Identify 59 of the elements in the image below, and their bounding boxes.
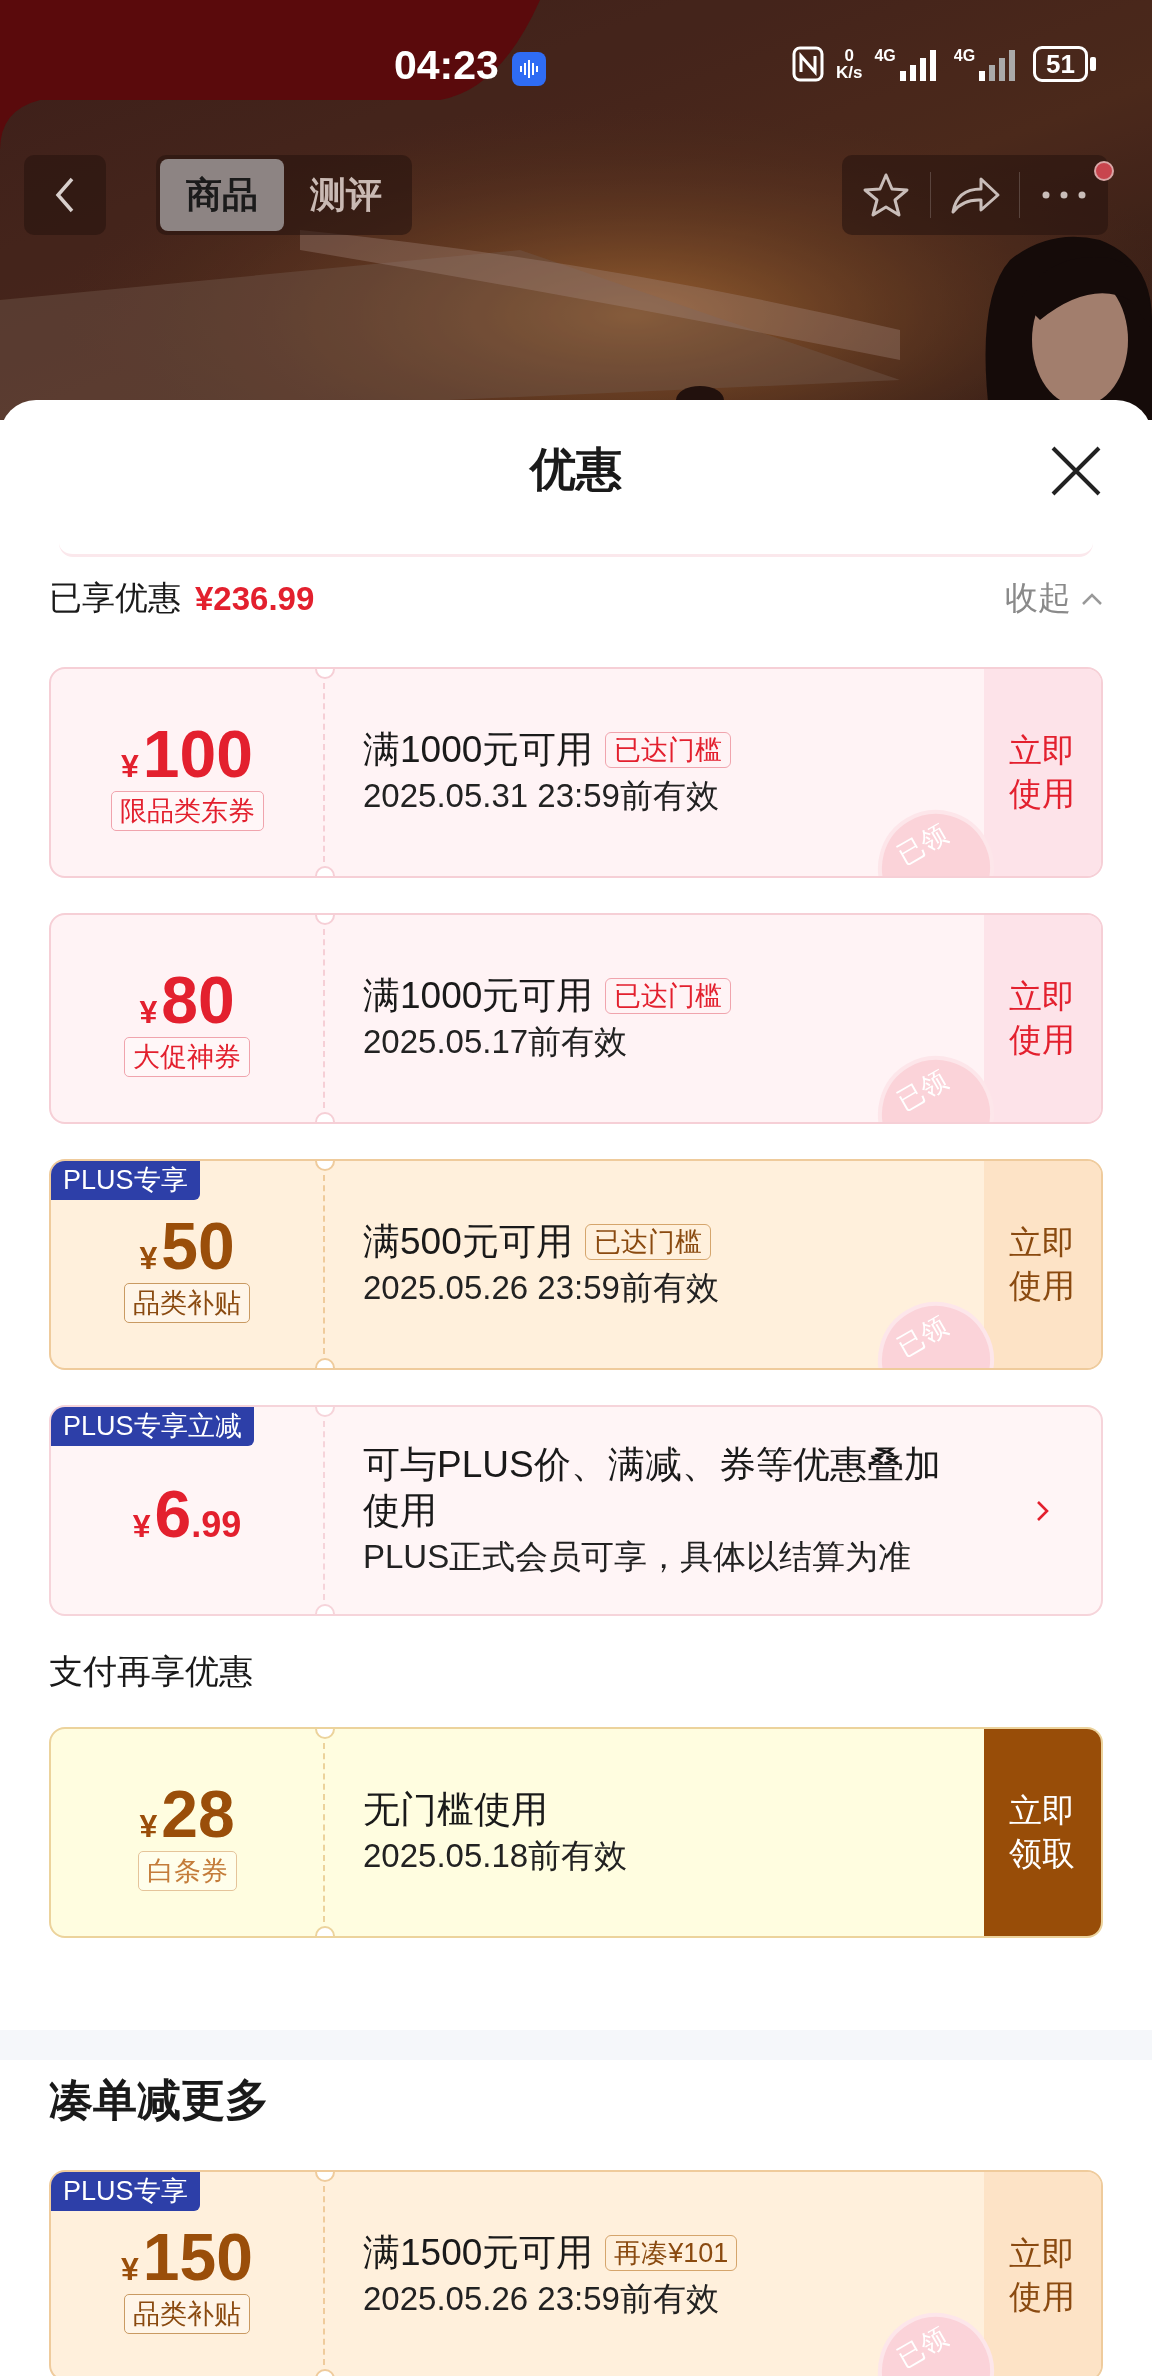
threshold-tag: 再凑¥101 <box>605 2234 738 2272</box>
threshold-tag: 已达门槛 <box>584 1223 711 1261</box>
plus-badge: PLUS专享 <box>51 1161 200 1201</box>
saved-amount: ¥236.99 <box>195 579 315 618</box>
validity-text: 2025.05.17前有效 <box>363 1022 629 1063</box>
section-heading: 凑单减更多 <box>49 2073 270 2126</box>
close-button[interactable] <box>1049 444 1103 498</box>
star-icon <box>862 172 910 218</box>
use-button[interactable]: 立即使用 <box>984 915 1101 1122</box>
back-icon <box>54 176 76 214</box>
share-icon <box>949 175 1001 215</box>
sheet-title: 优惠 <box>530 442 622 497</box>
coupon-amount: ¥50 <box>139 1212 235 1279</box>
coupon-type-label: 品类补贴 <box>124 2293 250 2334</box>
chevron-up-icon <box>1081 591 1103 606</box>
saved-label: 已享优惠 <box>49 578 181 618</box>
close-icon <box>1049 444 1103 498</box>
validity-text: 2025.05.26 23:59前有效 <box>363 2279 720 2320</box>
section-title: 支付再享优惠 <box>49 1650 254 1692</box>
coupon-condition: 满1500元可用 <box>363 2230 594 2275</box>
threshold-tag: 已达门槛 <box>605 977 732 1015</box>
chevron-right-icon[interactable] <box>1035 1499 1050 1522</box>
coupon-type-label: 品类补贴 <box>124 1282 250 1323</box>
signal-indicator: 4G <box>953 47 1022 81</box>
coupon-condition: 满1000元可用 <box>363 727 594 772</box>
use-button[interactable]: 立即使用 <box>984 1161 1101 1368</box>
coupon-type-label: 限品类东券 <box>110 790 264 831</box>
coupon-amount: ¥6.99 <box>132 1480 242 1547</box>
coupon-condition: 满500元可用 <box>363 1219 573 1264</box>
battery-indicator: 51 <box>1033 46 1096 82</box>
collapse-button[interactable]: 收起 <box>1005 576 1103 621</box>
status-time: 04:23 <box>394 42 499 89</box>
network-speed: 0 K/s <box>835 47 863 81</box>
validity-text: PLUS正式会员可享，具体以结算为准 <box>363 1537 913 1578</box>
validity-text: 2025.05.31 23:59前有效 <box>363 776 720 817</box>
coupon-amount: ¥100 <box>121 720 253 787</box>
plus-badge: PLUS专享立减 <box>51 1407 254 1447</box>
tab[interactable]: 商品 <box>160 159 284 231</box>
tab[interactable]: 测评 <box>284 159 408 231</box>
signal-indicator: 4G <box>874 47 942 81</box>
validity-text: 2025.05.26 23:59前有效 <box>363 1268 720 1309</box>
more-icon <box>1042 191 1086 199</box>
coupon-condition: 可与PLUS价、满减、券等优惠叠加使用 <box>363 1442 942 1534</box>
plus-badge: PLUS专享 <box>51 2172 200 2212</box>
use-button[interactable]: 立即使用 <box>984 2172 1101 2376</box>
claim-button[interactable]: 立即领取 <box>984 1729 1101 1936</box>
coupon-condition: 无门槛使用 <box>363 1787 548 1832</box>
voice-wave-icon <box>512 52 546 86</box>
coupon-condition: 满1000元可用 <box>363 973 594 1018</box>
coupon-type-label: 大促神券 <box>124 1036 250 1077</box>
back-button[interactable] <box>24 155 106 235</box>
validity-text: 2025.05.18前有效 <box>363 1836 629 1877</box>
nfc-icon <box>791 46 824 82</box>
coupon-amount: ¥28 <box>139 1780 235 1847</box>
use-button[interactable]: 立即使用 <box>984 669 1101 876</box>
coupon-amount: ¥80 <box>139 966 235 1033</box>
coupon-type-label: 白条券 <box>137 1850 237 1891</box>
threshold-tag: 已达门槛 <box>605 731 732 769</box>
coupon-amount: ¥150 <box>121 2223 253 2290</box>
